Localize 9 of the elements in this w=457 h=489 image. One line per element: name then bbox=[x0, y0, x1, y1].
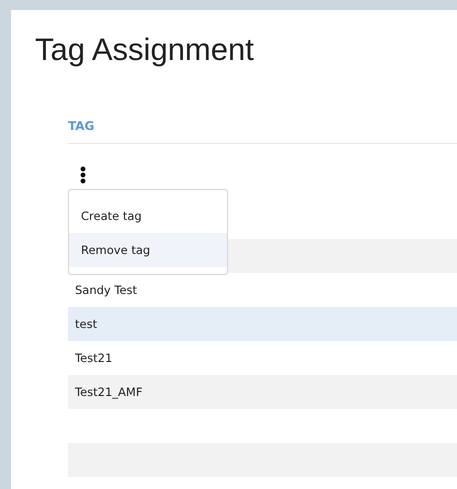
page-title: Tag Assignment bbox=[35, 32, 254, 68]
tag-name: Test21_AMF bbox=[75, 385, 142, 399]
menu-item[interactable]: Remove tag bbox=[69, 233, 227, 267]
table-row[interactable]: Test21_AMF bbox=[68, 375, 457, 409]
tag-name: test bbox=[75, 317, 98, 331]
table-row[interactable]: test bbox=[68, 307, 457, 341]
tag-name: Test21 bbox=[75, 351, 112, 365]
tag-name: Sandy Test bbox=[75, 283, 138, 297]
kebab-icon bbox=[80, 166, 86, 184]
